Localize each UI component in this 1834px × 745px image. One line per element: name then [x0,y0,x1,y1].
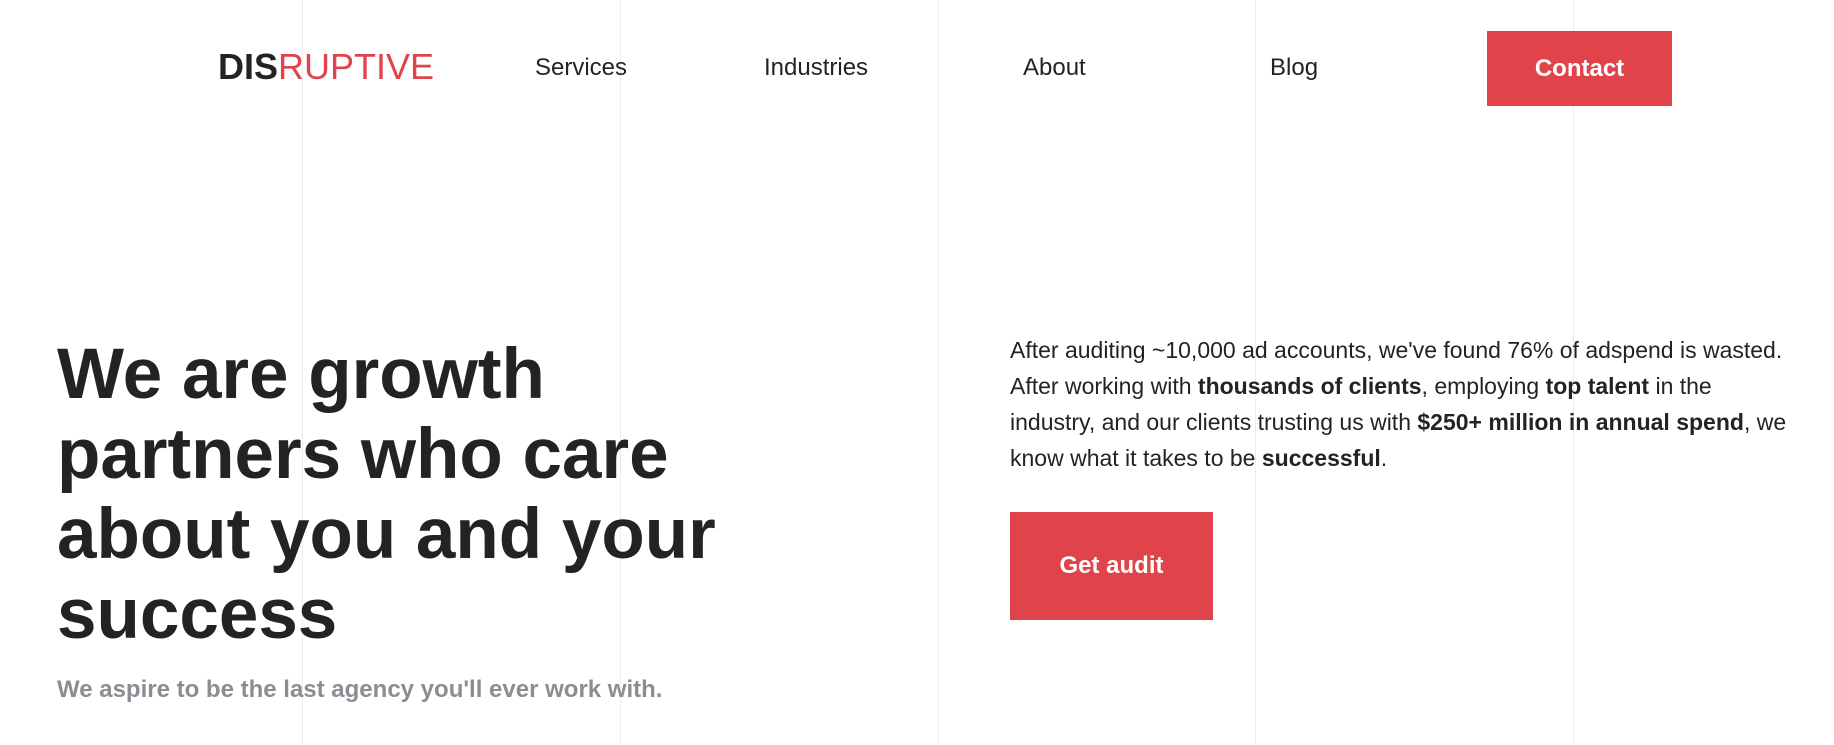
grid-line [938,0,939,745]
intro-highlight: thousands of clients [1197,373,1422,399]
headline-line: success [57,575,338,654]
intro-highlight: $250+ million in annual spend [1417,409,1744,435]
logo-text-dark: DIS [218,46,279,87]
intro-text: , employing [1421,373,1546,399]
get-audit-button[interactable]: Get audit [1010,512,1213,620]
headline-line: We are growth [57,335,545,414]
nav-industries[interactable]: Industries [764,54,868,82]
nav-about[interactable]: About [1023,54,1086,82]
hero-subtitle: We aspire to be the last agency you'll e… [57,676,663,703]
intro-text: . [1380,445,1388,471]
intro-highlight: top talent [1545,373,1650,399]
headline-line: about you and your [57,495,716,574]
logo[interactable]: DIS RUPTIVE [218,47,434,87]
headline-line: partners who care [57,415,669,494]
hero-intro-paragraph: After auditing ~10,000 ad accounts, we'v… [1010,332,1800,476]
nav-blog[interactable]: Blog [1270,54,1318,82]
intro-highlight: successful [1261,445,1381,471]
hero-headline: We are growth partners who care about yo… [57,335,817,655]
contact-button[interactable]: Contact [1487,31,1672,106]
nav-services[interactable]: Services [535,54,627,82]
logo-text-red: RUPTIVE [278,46,435,87]
